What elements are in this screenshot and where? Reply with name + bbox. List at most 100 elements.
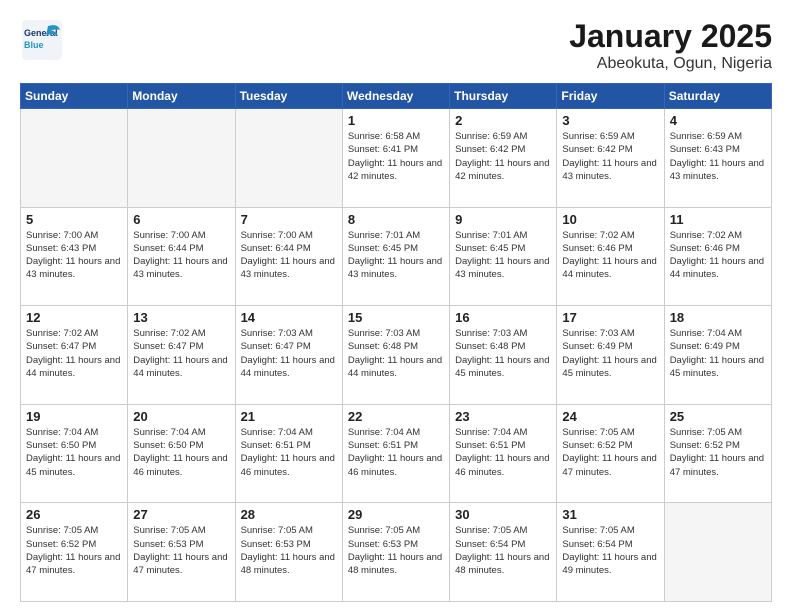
calendar-cell: 16 Sunrise: 7:03 AM Sunset: 6:48 PM Dayli… — [450, 306, 557, 405]
day-number: 7 — [241, 212, 337, 227]
day-info: Sunrise: 7:00 AM Sunset: 6:44 PM Dayligh… — [133, 229, 229, 282]
calendar-cell: 4 Sunrise: 6:59 AM Sunset: 6:43 PM Daylig… — [664, 109, 771, 208]
calendar-cell: 8 Sunrise: 7:01 AM Sunset: 6:45 PM Daylig… — [342, 207, 449, 306]
calendar-subtitle: Abeokuta, Ogun, Nigeria — [569, 55, 772, 73]
calendar-cell: 5 Sunrise: 7:00 AM Sunset: 6:43 PM Daylig… — [21, 207, 128, 306]
calendar-title: January 2025 — [569, 18, 772, 55]
calendar-week-row: 19Sunrise: 7:04 AM Sunset: 6:50 PM Dayli… — [21, 404, 772, 503]
day-info: Sunrise: 7:02 AM Sunset: 6:46 PM Dayligh… — [670, 229, 766, 282]
day-info: Sunrise: 7:04 AM Sunset: 6:51 PM Dayligh… — [241, 426, 337, 479]
day-number: 11 — [670, 212, 766, 227]
day-info: Sunrise: 7:00 AM Sunset: 6:44 PM Dayligh… — [241, 229, 337, 282]
calendar-cell — [235, 109, 342, 208]
day-number: 6 — [133, 212, 229, 227]
day-number: 22 — [348, 409, 444, 424]
calendar-cell: 23 Sunrise: 7:04 AM Sunset: 6:51 PM Dayli… — [450, 404, 557, 503]
day-number: 3 — [562, 113, 658, 128]
day-info: Sunrise: 7:01 AM Sunset: 6:45 PM Dayligh… — [348, 229, 444, 282]
header-thursday: Thursday — [450, 84, 557, 109]
calendar-cell: 2Sunrise: 6:59 AM Sunset: 6:42 PM Daylig… — [450, 109, 557, 208]
header-monday: Monday — [128, 84, 235, 109]
day-number: 5 — [26, 212, 122, 227]
day-number: 2 — [455, 113, 551, 128]
day-info: Sunrise: 7:05 AM Sunset: 6:54 PM Dayligh… — [455, 524, 551, 577]
header-friday: Friday — [557, 84, 664, 109]
calendar-week-row: 1 Sunrise: 6:58 AM Sunset: 6:41 PM Daylig… — [21, 109, 772, 208]
calendar-cell: 28 Sunrise: 7:05 AM Sunset: 6:53 PM Dayli… — [235, 503, 342, 602]
day-info: Sunrise: 7:05 AM Sunset: 6:53 PM Dayligh… — [348, 524, 444, 577]
svg-text:Blue: Blue — [24, 40, 44, 50]
day-info: Sunrise: 7:05 AM Sunset: 6:53 PM Dayligh… — [241, 524, 337, 577]
header-saturday: Saturday — [664, 84, 771, 109]
page: General Blue January 2025 Abeokuta, Ogun… — [0, 0, 792, 612]
calendar-body: 1 Sunrise: 6:58 AM Sunset: 6:41 PM Daylig… — [21, 109, 772, 602]
header-wednesday: Wednesday — [342, 84, 449, 109]
header-sunday: Sunday — [21, 84, 128, 109]
calendar-cell: 20 Sunrise: 7:04 AM Sunset: 6:50 PM Dayli… — [128, 404, 235, 503]
day-number: 23 — [455, 409, 551, 424]
day-info: Sunrise: 7:04 AM Sunset: 6:50 PM Dayligh… — [133, 426, 229, 479]
calendar-week-row: 26Sunrise: 7:05 AM Sunset: 6:52 PM Dayli… — [21, 503, 772, 602]
day-info: Sunrise: 6:59 AM Sunset: 6:42 PM Dayligh… — [562, 130, 658, 183]
day-number: 31 — [562, 507, 658, 522]
day-number: 10 — [562, 212, 658, 227]
calendar-cell — [664, 503, 771, 602]
calendar-week-row: 12 Sunrise: 7:02 AM Sunset: 6:47 PM Dayli… — [21, 306, 772, 405]
day-number: 25 — [670, 409, 766, 424]
header-tuesday: Tuesday — [235, 84, 342, 109]
title-block: January 2025 Abeokuta, Ogun, Nigeria — [569, 18, 772, 73]
day-number: 30 — [455, 507, 551, 522]
header: General Blue January 2025 Abeokuta, Ogun… — [20, 18, 772, 73]
day-number: 18 — [670, 310, 766, 325]
day-number: 15 — [348, 310, 444, 325]
day-number: 8 — [348, 212, 444, 227]
day-info: Sunrise: 7:05 AM Sunset: 6:52 PM Dayligh… — [562, 426, 658, 479]
day-info: Sunrise: 7:03 AM Sunset: 6:47 PM Dayligh… — [241, 327, 337, 380]
calendar-cell: 17 Sunrise: 7:03 AM Sunset: 6:49 PM Dayli… — [557, 306, 664, 405]
calendar-table: Sunday Monday Tuesday Wednesday Thursday… — [20, 83, 772, 602]
calendar-cell: 31 Sunrise: 7:05 AM Sunset: 6:54 PM Dayli… — [557, 503, 664, 602]
day-info: Sunrise: 7:03 AM Sunset: 6:48 PM Dayligh… — [348, 327, 444, 380]
calendar-cell — [21, 109, 128, 208]
calendar-cell: 11 Sunrise: 7:02 AM Sunset: 6:46 PM Dayli… — [664, 207, 771, 306]
day-info: Sunrise: 7:05 AM Sunset: 6:52 PM Dayligh… — [26, 524, 122, 577]
calendar-cell — [128, 109, 235, 208]
day-info: Sunrise: 7:05 AM Sunset: 6:54 PM Dayligh… — [562, 524, 658, 577]
day-info: Sunrise: 7:03 AM Sunset: 6:49 PM Dayligh… — [562, 327, 658, 380]
calendar-cell: 1 Sunrise: 6:58 AM Sunset: 6:41 PM Daylig… — [342, 109, 449, 208]
day-number: 16 — [455, 310, 551, 325]
logo-icon: General Blue — [20, 18, 64, 62]
calendar-cell: 3 Sunrise: 6:59 AM Sunset: 6:42 PM Daylig… — [557, 109, 664, 208]
day-info: Sunrise: 7:04 AM Sunset: 6:51 PM Dayligh… — [455, 426, 551, 479]
calendar-cell: 29Sunrise: 7:05 AM Sunset: 6:53 PM Dayli… — [342, 503, 449, 602]
day-number: 17 — [562, 310, 658, 325]
calendar-cell: 22 Sunrise: 7:04 AM Sunset: 6:51 PM Dayli… — [342, 404, 449, 503]
day-number: 27 — [133, 507, 229, 522]
day-info: Sunrise: 7:05 AM Sunset: 6:52 PM Dayligh… — [670, 426, 766, 479]
day-info: Sunrise: 7:03 AM Sunset: 6:48 PM Dayligh… — [455, 327, 551, 380]
day-info: Sunrise: 6:59 AM Sunset: 6:43 PM Dayligh… — [670, 130, 766, 183]
calendar-cell: 7 Sunrise: 7:00 AM Sunset: 6:44 PM Daylig… — [235, 207, 342, 306]
day-number: 24 — [562, 409, 658, 424]
day-number: 20 — [133, 409, 229, 424]
calendar-cell: 19Sunrise: 7:04 AM Sunset: 6:50 PM Dayli… — [21, 404, 128, 503]
calendar-cell: 10Sunrise: 7:02 AM Sunset: 6:46 PM Dayli… — [557, 207, 664, 306]
day-number: 14 — [241, 310, 337, 325]
day-info: Sunrise: 7:02 AM Sunset: 6:47 PM Dayligh… — [133, 327, 229, 380]
logo: General Blue — [20, 18, 64, 62]
day-number: 4 — [670, 113, 766, 128]
day-number: 13 — [133, 310, 229, 325]
day-info: Sunrise: 7:04 AM Sunset: 6:51 PM Dayligh… — [348, 426, 444, 479]
calendar-cell: 30 Sunrise: 7:05 AM Sunset: 6:54 PM Dayli… — [450, 503, 557, 602]
day-number: 12 — [26, 310, 122, 325]
calendar-cell: 26Sunrise: 7:05 AM Sunset: 6:52 PM Dayli… — [21, 503, 128, 602]
day-info: Sunrise: 7:02 AM Sunset: 6:47 PM Dayligh… — [26, 327, 122, 380]
day-number: 28 — [241, 507, 337, 522]
day-number: 21 — [241, 409, 337, 424]
day-info: Sunrise: 6:58 AM Sunset: 6:41 PM Dayligh… — [348, 130, 444, 183]
calendar-cell: 21 Sunrise: 7:04 AM Sunset: 6:51 PM Dayli… — [235, 404, 342, 503]
calendar-cell: 27Sunrise: 7:05 AM Sunset: 6:53 PM Dayli… — [128, 503, 235, 602]
calendar-cell: 13 Sunrise: 7:02 AM Sunset: 6:47 PM Dayli… — [128, 306, 235, 405]
day-number: 1 — [348, 113, 444, 128]
day-info: Sunrise: 7:00 AM Sunset: 6:43 PM Dayligh… — [26, 229, 122, 282]
